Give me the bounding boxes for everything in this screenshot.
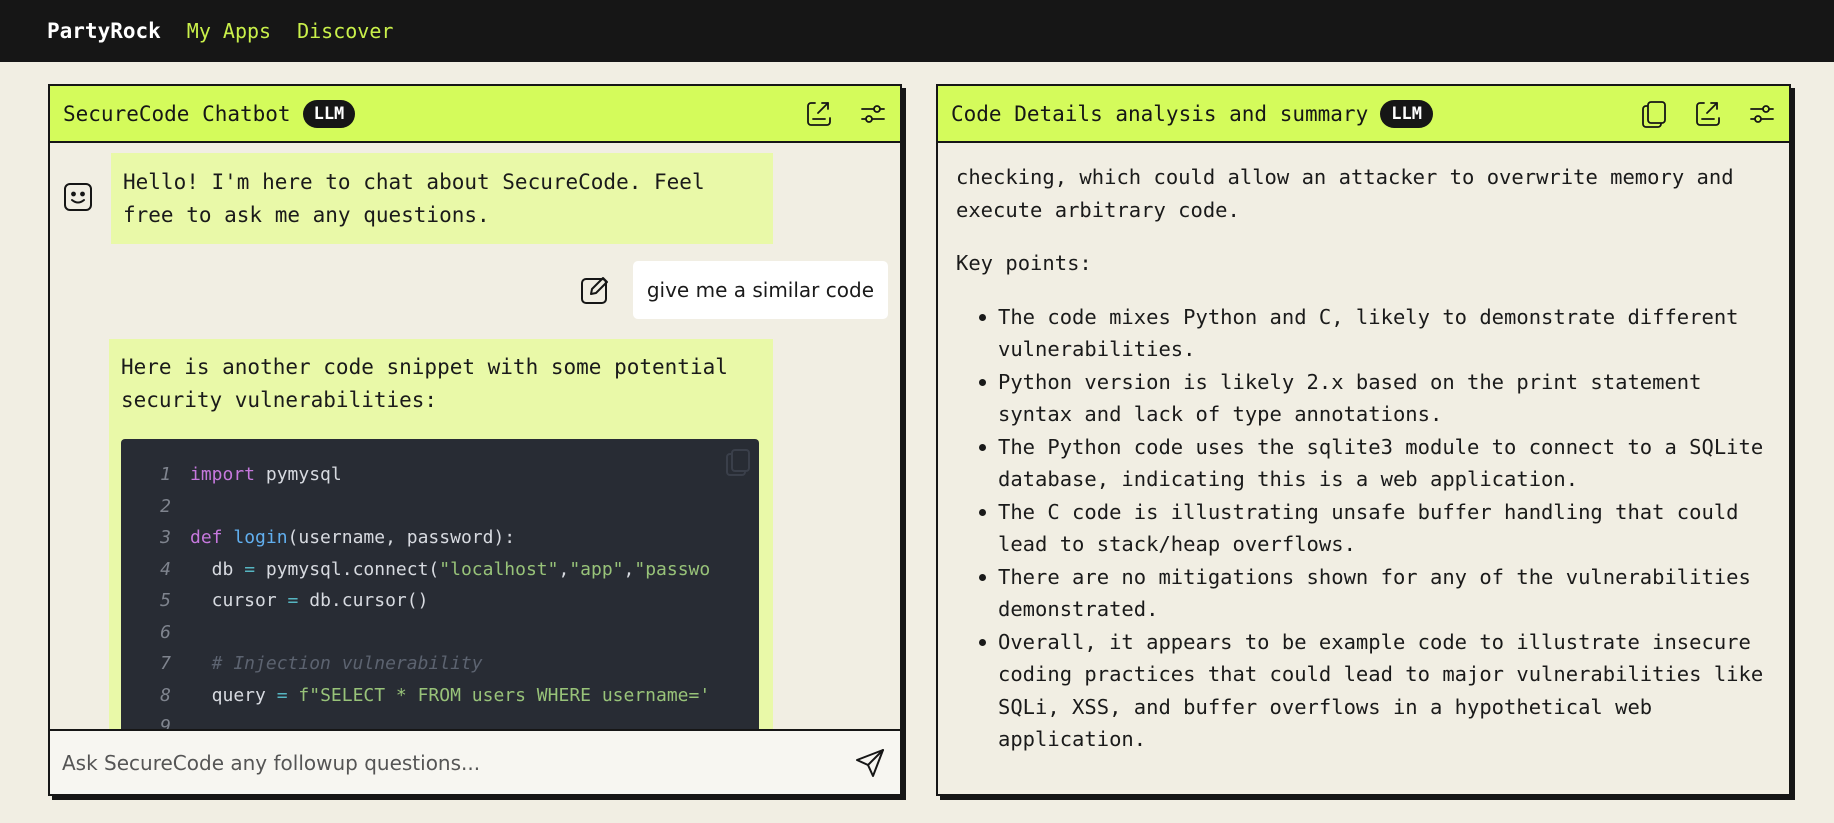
code-line: 5 cursor = db.cursor() <box>160 590 429 611</box>
chatbot-header: SecureCode Chatbot LLM <box>50 86 900 143</box>
user-message: give me a similar code <box>632 261 888 319</box>
code-line: 8 query = f"SELECT * FROM users WHERE us… <box>160 684 711 706</box>
code-line: 7 # Injection vulnerability <box>160 653 483 674</box>
code-line: 1 import pymysql <box>160 464 342 485</box>
send-icon[interactable] <box>854 747 886 779</box>
settings-button[interactable] <box>846 86 900 141</box>
copy-icon <box>1642 100 1666 128</box>
key-points-list: The code mixes Python and C, likely to d… <box>956 301 1771 756</box>
chatbot-title: SecureCode Chatbot <box>63 101 291 126</box>
code-line: 4 db = pymysql.connect("localhost","app"… <box>160 558 711 580</box>
brand-logo[interactable]: PartyRock <box>47 19 161 43</box>
top-nav: PartyRock My Apps Discover <box>0 0 1834 62</box>
nav-link-discover[interactable]: Discover <box>297 19 393 43</box>
key-point-item: Overall, it appears to be example code t… <box>979 626 1771 756</box>
code-line: 9 <box>160 716 171 729</box>
key-point-item: The C code is illustrating unsafe buffer… <box>979 496 1771 561</box>
share-button[interactable] <box>792 86 846 141</box>
bot-message: Hello! I'm here to chat about SecureCode… <box>111 153 773 244</box>
bot-message-text: Here is another code snippet with some p… <box>121 355 728 412</box>
code-line: 6 <box>160 621 171 643</box>
llm-badge: LLM <box>1380 99 1433 128</box>
settings-sliders-icon <box>861 104 885 123</box>
nav-link-my-apps[interactable]: My Apps <box>187 19 271 43</box>
key-point-item: The Python code uses the sqlite3 module … <box>979 431 1771 496</box>
copy-icon[interactable] <box>723 447 753 477</box>
summary-content[interactable]: checking, which could allow an attacker … <box>938 143 1789 794</box>
chat-input[interactable] <box>62 750 822 775</box>
share-icon <box>807 101 831 126</box>
key-point-item: There are no mitigations shown for any o… <box>979 561 1771 626</box>
user-message-row: give me a similar code <box>579 261 888 319</box>
share-button[interactable] <box>1681 86 1735 141</box>
code-block[interactable]: 1 import pymysql 2 3 def login(username, p… <box>121 439 759 729</box>
summary-widget: Code Details analysis and summary LLM ch… <box>936 84 1791 796</box>
settings-button[interactable] <box>1735 86 1789 141</box>
chatbot-widget: SecureCode Chatbot LLM Hello! I'm here t… <box>48 84 902 796</box>
llm-badge: LLM <box>302 99 356 128</box>
key-point-item: The code mixes Python and C, likely to d… <box>979 301 1771 366</box>
chat-input-bar <box>50 729 900 794</box>
edit-icon <box>580 277 608 304</box>
chatbot-header-actions <box>792 86 900 141</box>
code-line: 3 def login(username, password): <box>160 527 516 548</box>
summary-header-actions <box>1627 86 1789 141</box>
key-points-heading: Key points: <box>956 251 1092 275</box>
code-line: 2 <box>160 495 171 517</box>
share-icon <box>1696 101 1720 126</box>
summary-header: Code Details analysis and summary LLM <box>938 86 1789 143</box>
smiley-icon <box>64 183 92 211</box>
chat-messages[interactable]: Hello! I'm here to chat about SecureCode… <box>50 143 900 729</box>
copy-button[interactable] <box>1627 86 1681 141</box>
settings-sliders-icon <box>1750 104 1774 123</box>
summary-intro: checking, which could allow an attacker … <box>956 165 1734 222</box>
summary-title: Code Details analysis and summary <box>951 101 1369 126</box>
bot-message: Here is another code snippet with some p… <box>109 339 773 729</box>
key-point-item: Python version is likely 2.x based on th… <box>979 366 1771 431</box>
